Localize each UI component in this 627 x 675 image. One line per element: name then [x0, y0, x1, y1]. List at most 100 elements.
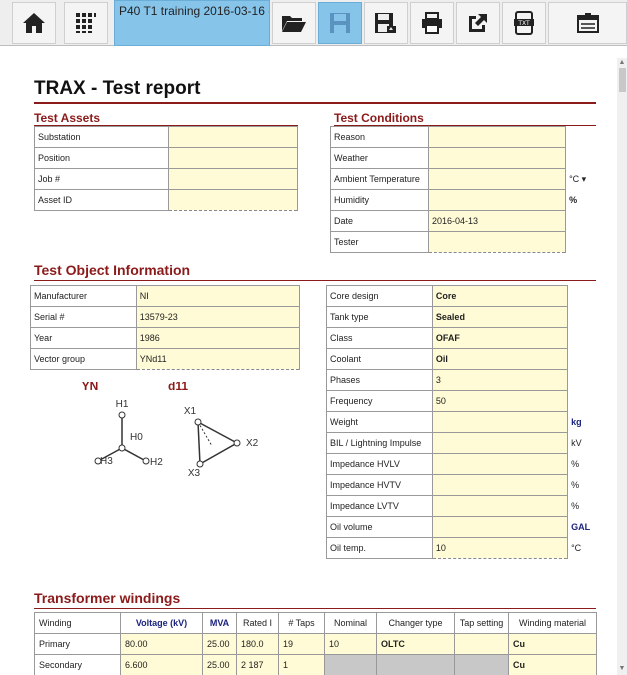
- toolbar: P40 T1 training 2016-03-16 - TXT: [0, 0, 627, 46]
- x3-terminal: [196, 460, 204, 468]
- field-label: Weather: [330, 147, 429, 169]
- table-row: Secondary 6.600 25.00 2 187 1 Cu: [34, 654, 597, 675]
- scroll-down-icon[interactable]: ▼: [617, 664, 627, 673]
- title-divider: [34, 102, 596, 104]
- h1-label: H1: [116, 399, 129, 410]
- asset-id-field[interactable]: [167, 189, 299, 211]
- voltage-field[interactable]: 6.600: [120, 654, 203, 675]
- nominal-field-disabled: [324, 654, 377, 675]
- mva-field[interactable]: 25.00: [202, 654, 237, 675]
- weather-field[interactable]: [427, 147, 567, 169]
- date-field[interactable]: 2016-04-13: [427, 210, 567, 232]
- table-row: Substation: [34, 126, 299, 148]
- h0-label: H0: [130, 432, 143, 443]
- job-number-field[interactable]: [167, 168, 299, 190]
- field-label: Oil volume: [326, 516, 433, 538]
- unit-label: %: [567, 453, 604, 475]
- serial-field[interactable]: 13579-23: [135, 306, 301, 328]
- field-label: Oil temp.: [326, 537, 433, 559]
- coolant-field[interactable]: Oil: [431, 348, 569, 370]
- unit-label: [567, 390, 604, 412]
- unit-label: [567, 348, 604, 370]
- table-row: Oil temp. 10 °C: [326, 537, 604, 559]
- core-design-field[interactable]: Core: [431, 285, 569, 307]
- winding-material-field[interactable]: Cu: [508, 654, 597, 675]
- impedance-hvtv-field[interactable]: [431, 474, 569, 496]
- mva-field[interactable]: 25.00: [202, 633, 237, 655]
- save-as-icon: [375, 13, 396, 33]
- home-button[interactable]: [12, 2, 56, 44]
- delta-triangle: [197, 420, 239, 466]
- field-label: Weight: [326, 411, 433, 433]
- unit-label: %: [567, 495, 604, 517]
- changer-type-field[interactable]: OLTC: [376, 633, 455, 655]
- scroll-up-icon[interactable]: ▲: [617, 58, 627, 67]
- temperature-unit-select[interactable]: °C ▾: [565, 168, 600, 190]
- table-row: Asset ID: [34, 189, 299, 211]
- taps-field[interactable]: 1: [278, 654, 325, 675]
- year-field[interactable]: 1986: [135, 327, 301, 349]
- unit-label: [567, 306, 604, 328]
- humidity-field[interactable]: [427, 189, 567, 211]
- report-content: TRAX - Test report Test Assets Substatio…: [0, 46, 617, 675]
- save-button[interactable]: [318, 2, 362, 44]
- txt-export-button[interactable]: TXT: [502, 2, 546, 44]
- impedance-lvtv-field[interactable]: [431, 495, 569, 517]
- bil-field[interactable]: [431, 432, 569, 454]
- unit-label: °C: [567, 537, 604, 559]
- column-header: Changer type: [376, 612, 455, 634]
- field-label: Core design: [326, 285, 433, 307]
- unit-label: [565, 126, 600, 148]
- volume-unit-select[interactable]: GAL: [567, 516, 604, 538]
- tap-setting-field[interactable]: [454, 633, 509, 655]
- column-header: Tap setting: [454, 612, 509, 634]
- unit-label: [565, 147, 600, 169]
- weight-unit-select[interactable]: kg: [567, 411, 604, 433]
- rated-i-field[interactable]: 180.0: [236, 633, 279, 655]
- tester-field[interactable]: [427, 231, 567, 253]
- settings-button[interactable]: [548, 2, 627, 44]
- reason-field[interactable]: [427, 126, 567, 148]
- voltage-field[interactable]: 80.00: [120, 633, 203, 655]
- vertical-scrollbar[interactable]: ▲ ▼: [617, 58, 627, 675]
- table-row: Manufacturer NI: [30, 285, 301, 307]
- field-label: Frequency: [326, 390, 433, 412]
- phases-field[interactable]: 3: [431, 369, 569, 391]
- x1-label: X1: [184, 406, 197, 417]
- txt-export-icon: TXT: [514, 11, 534, 35]
- test-object-divider: [34, 280, 596, 281]
- table-row: Phases 3: [326, 369, 604, 391]
- taps-field[interactable]: 19: [278, 633, 325, 655]
- oil-volume-field[interactable]: [431, 516, 569, 538]
- h3-label: H3: [100, 456, 113, 467]
- print-button[interactable]: [410, 2, 454, 44]
- class-field[interactable]: OFAF: [431, 327, 569, 349]
- ambient-temperature-field[interactable]: [427, 168, 567, 190]
- document-title-tab[interactable]: P40 T1 training 2016-03-16 -: [114, 0, 270, 46]
- open-button[interactable]: [272, 2, 316, 44]
- table-row: Position: [34, 147, 299, 169]
- manufacturer-field[interactable]: NI: [135, 285, 301, 307]
- tank-type-field[interactable]: Sealed: [431, 306, 569, 328]
- h2-line: [121, 447, 145, 461]
- table-row: Year 1986: [30, 327, 301, 349]
- position-field[interactable]: [167, 147, 299, 169]
- substation-field[interactable]: [167, 126, 299, 148]
- yn-label: YN: [82, 382, 99, 393]
- nominal-field[interactable]: 10: [324, 633, 377, 655]
- save-as-button[interactable]: [364, 2, 408, 44]
- grid-button[interactable]: [64, 2, 108, 44]
- export-button[interactable]: [456, 2, 500, 44]
- winding-material-field[interactable]: Cu: [508, 633, 597, 655]
- oil-temp-field[interactable]: 10: [431, 537, 569, 559]
- table-row: Tank type Sealed: [326, 306, 604, 328]
- table-row: Job #: [34, 168, 299, 190]
- scroll-thumb[interactable]: [619, 68, 626, 92]
- test-conditions-table: Reason Weather Ambient Temperature °C ▾ H…: [330, 126, 600, 253]
- weight-field[interactable]: [431, 411, 569, 433]
- vector-group-field[interactable]: YNd11: [135, 348, 301, 370]
- rated-i-field[interactable]: 2 187: [236, 654, 279, 675]
- unit-label: [565, 210, 600, 232]
- impedance-hvlv-field[interactable]: [431, 453, 569, 475]
- frequency-field[interactable]: 50: [431, 390, 569, 412]
